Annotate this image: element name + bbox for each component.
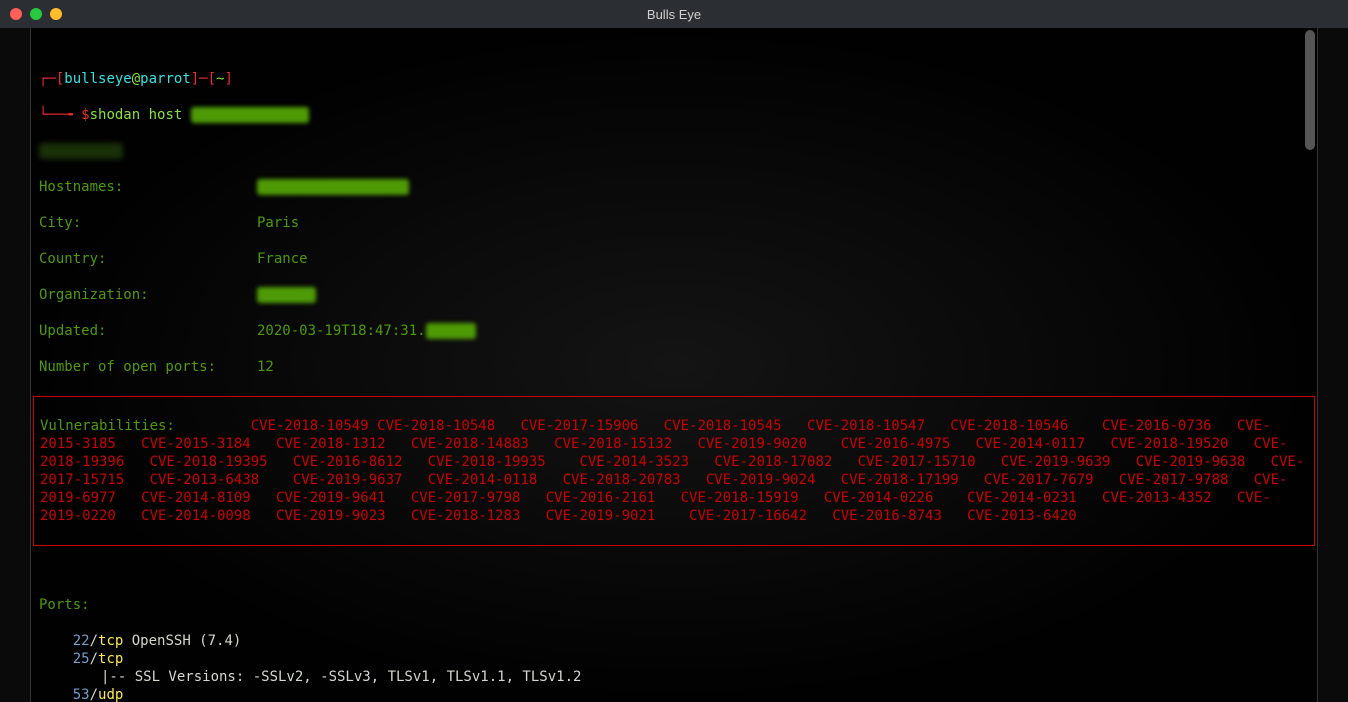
vulnerabilities-text: Vulnerabilities: CVE-2018-10549 CVE-2018… <box>40 417 1308 525</box>
vulnerabilities-box: Vulnerabilities: CVE-2018-10549 CVE-2018… <box>33 396 1315 546</box>
ports-section: Ports: 22/tcp OpenSSH (7.4) 25/tcp|-- SS… <box>39 578 1309 702</box>
port-line: 22/tcp OpenSSH (7.4) <box>39 632 1309 650</box>
window-title: Bulls Eye <box>647 7 701 22</box>
port-number: 25 <box>39 651 90 667</box>
terminal-area[interactable]: ┌─[bullseye@parrot]─[~] └──╼ $shodan hos… <box>30 28 1318 702</box>
port-slash: / <box>90 687 98 702</box>
port-slash: / <box>90 651 98 667</box>
port-protocol: tcp <box>98 651 123 667</box>
port-protocol: tcp <box>98 633 123 649</box>
port-number: 53 <box>39 687 90 702</box>
titlebar: Bulls Eye <box>0 0 1348 28</box>
port-line: 53/udp <box>39 686 1309 702</box>
port-line: 25/tcp <box>39 650 1309 668</box>
port-slash: / <box>90 633 98 649</box>
scrollbar[interactable] <box>1305 30 1315 150</box>
city-line: City:Paris <box>39 214 1309 232</box>
output-line-redacted: xxx.xxx.xx <box>39 142 1309 160</box>
prompt-line-2: └──╼ $shodan host xxx.xxx.xx.xxx <box>39 106 1309 124</box>
close-icon[interactable] <box>10 8 22 20</box>
port-service: OpenSSH (7.4) <box>123 633 241 649</box>
maximize-icon[interactable] <box>50 8 62 20</box>
port-protocol: udp <box>98 687 123 702</box>
hostnames-line: Hostnames:xxx.xxxxxxx.xxx.xx <box>39 178 1309 196</box>
organization-line: Organization:xxxxxxx <box>39 286 1309 304</box>
updated-line: Updated:2020-03-19T18:47:31.xxxxxx <box>39 322 1309 340</box>
open-ports-line: Number of open ports:12 <box>39 358 1309 376</box>
ports-label: Ports: <box>39 596 1309 614</box>
country-line: Country:France <box>39 250 1309 268</box>
minimize-icon[interactable] <box>30 8 42 20</box>
port-number: 22 <box>39 633 90 649</box>
prompt-line-1: ┌─[bullseye@parrot]─[~] <box>39 70 1309 88</box>
port-detail-line: |-- SSL Versions: -SSLv2, -SSLv3, TLSv1,… <box>101 668 1309 686</box>
